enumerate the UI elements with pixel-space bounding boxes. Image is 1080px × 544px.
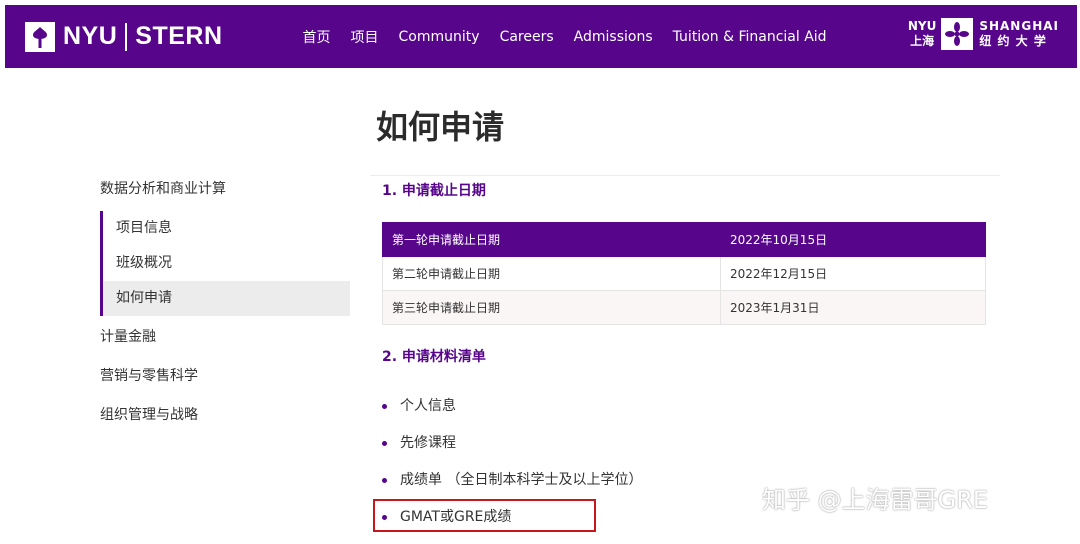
sidebar-item-quant-finance[interactable]: 计量金融 bbox=[100, 318, 350, 357]
list-item: 成绩单 （全日制本科学士及以上学位） bbox=[382, 462, 642, 499]
table-cell: 第二轮申请截止日期 bbox=[382, 256, 721, 291]
table-cell: 2023年1月31日 bbox=[720, 290, 986, 325]
sh-city-text: 上海 bbox=[910, 34, 935, 48]
bullet-icon bbox=[382, 441, 387, 446]
list-item: 个人信息 bbox=[382, 388, 642, 425]
sidebar-active-bar bbox=[100, 211, 103, 316]
main-nav: 首页 项目 Community Careers Admissions Tuiti… bbox=[303, 27, 847, 47]
sh-nyu-text: NYU bbox=[907, 19, 937, 33]
list-item-text: 成绩单 （全日制本科学士及以上学位） bbox=[400, 472, 643, 488]
nav-home[interactable]: 首页 bbox=[303, 27, 331, 47]
highlight-annotation-box bbox=[373, 499, 596, 532]
watermark-text: 知乎 @上海雷哥GRE bbox=[762, 486, 989, 514]
sidebar-subnav: 项目信息 班级概况 如何申请 bbox=[100, 211, 350, 316]
sidebar-nav: 数据分析和商业计算 项目信息 班级概况 如何申请 计量金融 营销与零售科学 组织… bbox=[100, 175, 350, 435]
site-header: NYU STERN 首页 项目 Community Careers Admiss… bbox=[5, 5, 1077, 68]
section-deadlines-title: 1. 申请截止日期 bbox=[382, 183, 486, 199]
list-item-text: 个人信息 bbox=[400, 398, 456, 414]
table-cell: 第一轮申请截止日期 bbox=[382, 222, 721, 257]
table-cell: 2022年10月15日 bbox=[720, 222, 986, 257]
table-row: 第二轮申请截止日期 2022年12月15日 bbox=[382, 256, 986, 291]
content-divider bbox=[370, 175, 1000, 176]
shanghai-emblem-icon bbox=[941, 18, 974, 50]
bullet-icon bbox=[382, 478, 387, 483]
sidebar-item-program-info[interactable]: 项目信息 bbox=[100, 211, 350, 246]
bullet-icon bbox=[382, 404, 387, 409]
nav-programs[interactable]: 项目 bbox=[351, 27, 379, 47]
nav-careers[interactable]: Careers bbox=[500, 29, 554, 45]
list-item: 先修课程 bbox=[382, 425, 642, 462]
sidebar-item-how-to-apply[interactable]: 如何申请 bbox=[100, 281, 350, 316]
table-row: 第一轮申请截止日期 2022年10月15日 bbox=[382, 222, 986, 257]
table-row: 第三轮申请截止日期 2023年1月31日 bbox=[382, 290, 986, 325]
sh-shanghai-text: SHANGHAI bbox=[979, 19, 1059, 33]
section-materials-title: 2. 申请材料清单 bbox=[382, 349, 486, 365]
nav-tuition[interactable]: Tuition & Financial Aid bbox=[673, 29, 827, 45]
deadline-table: 第一轮申请截止日期 2022年10月15日 第二轮申请截止日期 2022年12月… bbox=[382, 222, 986, 325]
logo-stern-text: STERN bbox=[135, 22, 223, 50]
torch-icon bbox=[25, 21, 55, 52]
table-cell: 2022年12月15日 bbox=[720, 256, 986, 291]
sidebar-item-data-analytics[interactable]: 数据分析和商业计算 bbox=[100, 175, 350, 205]
list-item-text: 先修课程 bbox=[400, 435, 456, 451]
sidebar-item-class-profile[interactable]: 班级概况 bbox=[100, 246, 350, 281]
page-title: 如何申请 bbox=[376, 108, 505, 146]
nyu-stern-logo[interactable]: NYU STERN bbox=[25, 21, 223, 52]
nav-admissions[interactable]: Admissions bbox=[574, 29, 653, 45]
logo-nyu-text: NYU bbox=[63, 22, 118, 50]
table-cell: 第三轮申请截止日期 bbox=[382, 290, 721, 325]
sidebar-item-marketing[interactable]: 营销与零售科学 bbox=[100, 357, 350, 396]
sh-name-text: 纽 约 大 学 bbox=[979, 34, 1047, 48]
nyu-shanghai-logo[interactable]: NYU 上海 SHANGHAI 纽 约 大 学 bbox=[908, 18, 1059, 50]
logo-divider bbox=[125, 22, 128, 51]
nav-community[interactable]: Community bbox=[399, 29, 480, 45]
sidebar-item-management[interactable]: 组织管理与战略 bbox=[100, 396, 350, 435]
